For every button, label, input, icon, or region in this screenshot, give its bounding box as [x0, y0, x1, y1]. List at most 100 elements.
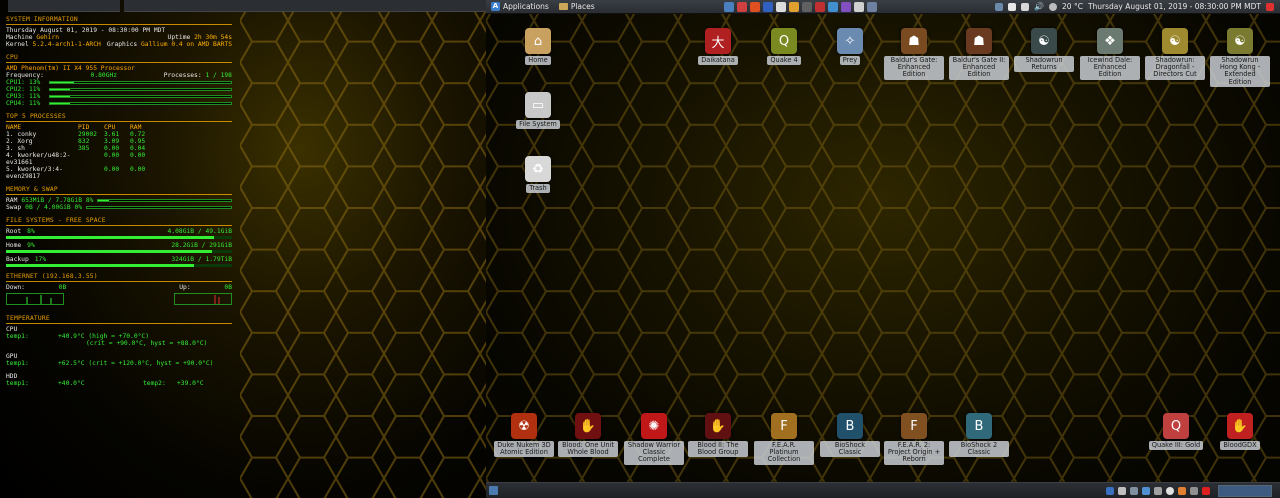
process-cell: 4. kworker/u48:2-ev31661	[6, 152, 71, 166]
display-icon[interactable]	[1130, 486, 1138, 495]
cpu-core-bar	[48, 88, 232, 91]
cpu-core-label: CPU2:	[6, 86, 25, 93]
ethernet-header: ETHERNET (192.168.3.55)	[6, 273, 98, 280]
desktop-icon-label: BioShock 2 Classic	[949, 441, 1009, 458]
desktop-icon[interactable]: B BioShock 2 Classic	[949, 413, 1009, 458]
desktop-icon-image: ❖	[1097, 28, 1123, 54]
show-desktop-icon[interactable]	[489, 486, 498, 495]
process-column-header: NAME	[6, 124, 22, 131]
close-icon[interactable]	[1202, 486, 1210, 495]
desktop-icon-label: Daikatana	[698, 56, 738, 66]
filesystem-row: Root 8% 4.08GiB / 49.1GiB	[6, 228, 232, 235]
desktop-icon[interactable]: ✋ BloodGDX	[1210, 413, 1270, 451]
process-cell: 0.04	[130, 145, 146, 152]
volume-icon[interactable]: 🔊	[1034, 2, 1044, 11]
process-cell	[78, 166, 104, 180]
desktop-icon[interactable]: F F.E.A.R. Platinum Collection	[754, 413, 814, 465]
cpu-core-percent: 11%	[28, 93, 41, 100]
desktop-icon[interactable]: ✋ Blood II: The Blood Group	[688, 413, 748, 458]
workspace-pager[interactable]	[1218, 484, 1272, 497]
desktop-icon[interactable]: ☗ Baldur's Gate II: Enhanced Edition	[949, 28, 1009, 80]
desktop-icon[interactable]: Q Quake III: Gold	[1146, 413, 1206, 451]
desktop-icon-label: Blood: One Unit Whole Blood	[558, 441, 618, 458]
desktop-icon-image: F	[771, 413, 797, 439]
desktop-icon[interactable]: ✋ Blood: One Unit Whole Blood	[558, 413, 618, 458]
process-table: NAME PID CPU RAM 1. conky 29002 3.61 0.72 2. Xor…	[6, 124, 232, 180]
network-icon[interactable]	[995, 2, 1004, 11]
desktop-icon-image: ✋	[705, 413, 731, 439]
monitor-icon[interactable]	[1106, 486, 1114, 495]
desktop-icon[interactable]: B BioShock Classic	[820, 413, 880, 458]
desktop-icon[interactable]: F F.E.A.R. 2: Project Origin + Reborn	[884, 413, 944, 465]
ram-row: RAM 653MiB / 7.78GiB 8%	[6, 197, 232, 204]
launcher-icon[interactable]	[827, 1, 838, 12]
desktop-icon[interactable]: ☯ Shadowrun Hong Kong - Extended Edition	[1210, 28, 1270, 87]
desktop-icon[interactable]: ☗ Baldur's Gate: Enhanced Edition	[884, 28, 944, 80]
screenshot-icon[interactable]	[1118, 486, 1126, 495]
uptime-value: 2h 30m 54s	[194, 34, 232, 41]
desktop-icon[interactable]: Q Quake 4	[754, 28, 814, 66]
places-label: Places	[570, 2, 595, 11]
right-monitor: A Applications Places 🔊 20 °C Thursday A…	[486, 0, 1280, 498]
filesystem-label: Root	[6, 228, 22, 235]
upload-speed: 0B	[224, 284, 232, 291]
hdd-temp1-value: +40.0°C	[58, 380, 85, 387]
launcher-icon[interactable]	[788, 1, 799, 12]
desktop-icon[interactable]: ☯ Shadowrun: Dragonfall - Directors Cut	[1145, 28, 1205, 80]
cpu-core-label: CPU1:	[6, 79, 25, 86]
machine-value: Gehirn	[36, 34, 60, 41]
desktop-icon-image: B	[966, 413, 992, 439]
weather-temperature[interactable]: 20 °C	[1062, 2, 1083, 11]
process-cell: 0.00	[104, 152, 120, 159]
desktop-icon[interactable]: ▭ File System	[508, 92, 568, 130]
desktop-icon-label: Shadow Warrior Classic Complete	[624, 441, 684, 465]
launcher-icon[interactable]	[853, 1, 864, 12]
edit-icon[interactable]	[1008, 2, 1017, 11]
bluetooth-icon[interactable]	[1142, 486, 1150, 495]
launcher-icon[interactable]	[866, 1, 877, 12]
desktop-icon[interactable]: ☯ Shadowrun Returns	[1014, 28, 1074, 73]
panel-clock[interactable]: Thursday August 01, 2019 - 08:30:00 PM M…	[1088, 2, 1261, 11]
cpu-core-row: CPU4: 11%	[6, 100, 232, 107]
desktop-icon[interactable]: ❖ Icewind Dale: Enhanced Edition	[1080, 28, 1140, 80]
update-icon[interactable]	[1166, 486, 1174, 495]
desktop-icon-label: Icewind Dale: Enhanced Edition	[1080, 56, 1140, 80]
cpu-freq-row: Frequency: 0.80GHz Processes: 1 / 198	[6, 72, 232, 79]
desktop-icon-label: BloodGDX	[1220, 441, 1260, 451]
applications-menu[interactable]: A Applications	[486, 0, 554, 14]
desktop-icon[interactable]: ✧ Prey	[820, 28, 880, 66]
launcher-icon[interactable]	[723, 1, 734, 12]
desktop-icon[interactable]: ✺ Shadow Warrior Classic Complete	[624, 413, 684, 465]
cpu-core-percent: 11%	[28, 86, 41, 93]
launcher-icon[interactable]	[801, 1, 812, 12]
system-tray: 🔊 20 °C Thursday August 01, 2019 - 08:30…	[995, 2, 1280, 11]
desktop-icon[interactable]: ☢ Duke Nukem 3D Atomic Edition	[494, 413, 554, 458]
places-menu[interactable]: Places	[554, 0, 600, 14]
clipboard-icon[interactable]	[1021, 2, 1030, 11]
filesystem-label: Backup	[6, 256, 29, 263]
launcher-icon[interactable]	[749, 1, 760, 12]
package-icon[interactable]	[1178, 486, 1186, 495]
launcher-icon[interactable]	[775, 1, 786, 12]
desktop-icon-image: ✧	[837, 28, 863, 54]
cpu-core-bar	[48, 102, 232, 105]
filesystem-bar	[6, 236, 232, 239]
cpu-core-label: CPU3:	[6, 93, 25, 100]
launcher-icon[interactable]	[840, 1, 851, 12]
desktop-icon[interactable]: ⌂ Home	[508, 28, 568, 66]
logout-icon[interactable]	[1266, 2, 1274, 11]
ram-value: 653MiB / 7.78GiB 8%	[21, 197, 94, 204]
settings-icon[interactable]	[1190, 486, 1198, 495]
process-cell: 0.00	[130, 166, 146, 173]
divider	[6, 194, 232, 195]
desktop-icon-image: B	[837, 413, 863, 439]
weather-icon[interactable]	[1049, 2, 1058, 11]
launcher-icon[interactable]	[814, 1, 825, 12]
desktop-icon[interactable]: 大 Daikatana	[688, 28, 748, 66]
desktop-icon[interactable]: ♻ Trash	[508, 156, 568, 194]
storage-icon[interactable]	[1154, 486, 1162, 495]
desktop-icon-label: Baldur's Gate II: Enhanced Edition	[949, 56, 1009, 80]
filesystem-value: 4.08GiB / 49.1GiB	[167, 228, 232, 235]
launcher-icon[interactable]	[762, 1, 773, 12]
launcher-icon[interactable]	[736, 1, 747, 12]
